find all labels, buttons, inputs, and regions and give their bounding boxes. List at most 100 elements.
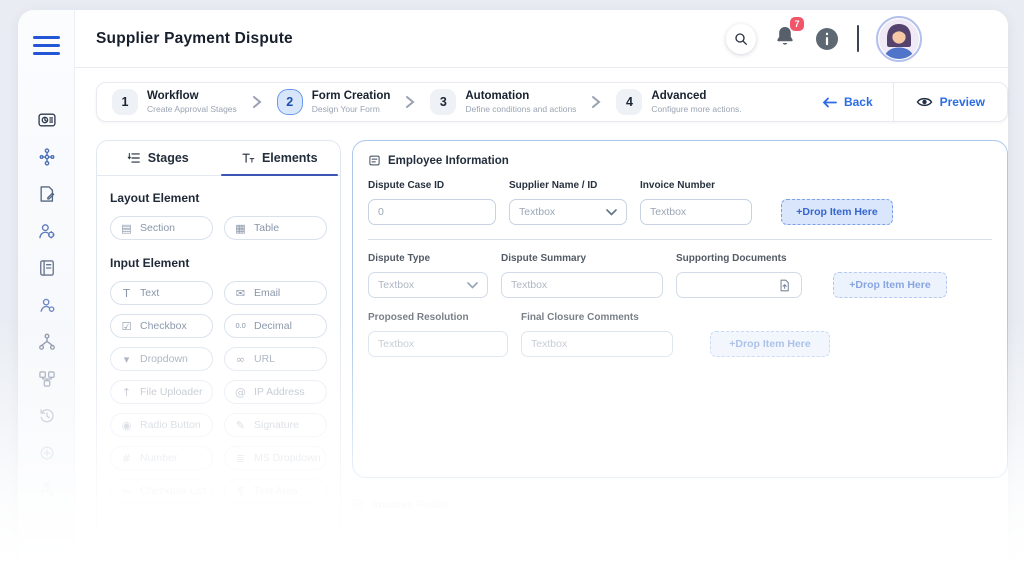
- search-button[interactable]: [726, 23, 756, 54]
- upload-icon: ↑: [121, 385, 132, 399]
- input-element-heading: Input Element: [110, 256, 190, 270]
- workflow-icon[interactable]: [37, 147, 57, 167]
- element-chip-table[interactable]: ▦ Table: [224, 216, 327, 240]
- field-label: Invoice Number: [640, 180, 716, 191]
- field-invoice-number: Invoice Number: [640, 180, 752, 225]
- supplier-name-select[interactable]: Textbox: [509, 199, 627, 225]
- form-edit-icon[interactable]: [37, 184, 57, 204]
- section-icon: ▤: [121, 221, 132, 235]
- top-header: Supplier Payment Dispute 7: [75, 10, 1008, 68]
- workflow-stepper: 1 Workflow Create Approval Stages 2 Form…: [96, 82, 1008, 122]
- step-3-number: 3: [430, 89, 457, 115]
- element-chip-email[interactable]: ✉ Email: [224, 281, 327, 305]
- chevron-down-icon: [467, 281, 478, 289]
- element-chip-url[interactable]: ∞ URL: [224, 347, 327, 371]
- user-avatar[interactable]: [876, 15, 922, 62]
- header-divider: [857, 25, 859, 52]
- hierarchy-icon[interactable]: [37, 332, 57, 352]
- invoice-number-input[interactable]: [640, 199, 752, 225]
- checkbox-icon: ☑: [121, 319, 132, 333]
- records-icon[interactable]: [37, 258, 57, 278]
- chevron-right-icon: [405, 95, 415, 109]
- element-chip-number[interactable]: # Number: [110, 446, 213, 470]
- final-closure-comments-input[interactable]: [521, 331, 673, 357]
- field-dispute-type: Dispute Type Textbox: [368, 253, 488, 298]
- field-label: Dispute Type: [368, 253, 431, 264]
- modules-icon[interactable]: [37, 369, 57, 389]
- tab-elements[interactable]: Elements: [219, 141, 341, 176]
- checkbox-list-icon: ≔: [121, 484, 132, 498]
- text-area-icon: ¶: [237, 484, 244, 498]
- step-advanced[interactable]: 4 Advanced Configure more actions.: [616, 89, 742, 115]
- history-icon[interactable]: [37, 406, 57, 426]
- dispute-type-select[interactable]: Textbox: [368, 272, 488, 298]
- proposed-resolution-input[interactable]: [368, 331, 508, 357]
- signature-icon: ✎: [235, 418, 246, 432]
- dropdown-icon: ▾: [123, 352, 130, 366]
- section-header: Employee Information: [368, 154, 992, 167]
- layout-element-grid: ▤ Section ▦ Table: [110, 216, 327, 240]
- sidebar-nav: [18, 110, 75, 500]
- menu-hamburger-icon[interactable]: [33, 36, 60, 59]
- element-chip-radio-button[interactable]: ◉ Radio Button: [110, 413, 213, 437]
- drop-zone-1[interactable]: +Drop Item Here: [781, 199, 893, 225]
- notifications-button[interactable]: 7: [773, 17, 804, 53]
- avatar-image: [879, 18, 919, 59]
- element-chip-file-uploader[interactable]: ↑ File Uploader: [110, 380, 213, 404]
- header-actions: 7: [726, 15, 922, 62]
- info-button[interactable]: [814, 26, 840, 52]
- chevron-right-icon: [252, 95, 262, 109]
- back-button[interactable]: Back: [802, 95, 893, 109]
- app-window: Supplier Payment Dispute 7 1 Workflow Cr…: [18, 10, 1008, 576]
- step-form-creation[interactable]: 2 Form Creation Design Your Form: [276, 89, 391, 115]
- faded-nav-icon-1[interactable]: [37, 443, 57, 463]
- element-chip-dropdown[interactable]: ▾ Dropdown: [110, 347, 213, 371]
- element-chip-ms-dropdown[interactable]: ≣ MS Dropdown: [224, 446, 327, 470]
- field-label: Supplier Name / ID: [509, 180, 598, 191]
- notification-badge: 7: [790, 17, 804, 31]
- inactive-fields-section: Inactive Fields: [352, 498, 448, 511]
- email-icon: ✉: [235, 286, 246, 300]
- drop-zone-2[interactable]: +Drop Item Here: [833, 272, 947, 298]
- step-1-label: Workflow: [147, 89, 199, 102]
- step-1-number: 1: [112, 89, 138, 115]
- team-settings-icon[interactable]: [37, 295, 57, 315]
- stages-icon: [127, 152, 140, 163]
- element-chip-decimal[interactable]: 0.0 Decimal: [224, 314, 327, 338]
- step-automation[interactable]: 3 Automation Define conditions and actio…: [430, 89, 576, 115]
- field-dispute-case-id: Dispute Case ID: [368, 180, 496, 225]
- chevron-right-icon: [591, 95, 601, 109]
- element-chip-text-area[interactable]: ¶ Text Area: [224, 479, 327, 503]
- field-label: Proposed Resolution: [368, 312, 469, 323]
- element-chip-section[interactable]: ▤ Section: [110, 216, 213, 240]
- table-icon: ▦: [235, 221, 246, 235]
- elements-panel: Stages Elements Layout Element ▤ Section …: [96, 140, 341, 538]
- field-label: Supporting Documents: [676, 253, 787, 264]
- form-row-1: Dispute Case ID Supplier Name / ID Textb…: [368, 180, 992, 225]
- preview-button[interactable]: Preview: [894, 95, 1007, 109]
- section-form-icon: [369, 155, 380, 166]
- element-chip-signature[interactable]: ✎ Signature: [224, 413, 327, 437]
- dispute-summary-input[interactable]: [501, 272, 663, 298]
- element-chip-checkbox-list[interactable]: ≔ Checkbox List: [110, 479, 213, 503]
- page-title: Supplier Payment Dispute: [96, 29, 293, 47]
- tab-stages[interactable]: Stages: [97, 141, 219, 175]
- element-chip-ip-address[interactable]: @ IP Address: [224, 380, 327, 404]
- element-chip-text[interactable]: T Text: [110, 281, 213, 305]
- field-supplier-name: Supplier Name / ID Textbox: [509, 180, 627, 225]
- drop-zone-3[interactable]: +Drop Item Here: [710, 331, 830, 357]
- supporting-documents-file-input[interactable]: [676, 272, 802, 298]
- dispute-case-id-input[interactable]: [368, 199, 496, 225]
- element-chip-checkbox[interactable]: ☑ Checkbox: [110, 314, 213, 338]
- section-title: Employee Information: [388, 154, 509, 167]
- stepper-actions: Back Preview: [802, 83, 1007, 121]
- field-final-closure-comments: Final Closure Comments: [521, 312, 673, 357]
- ip-icon: @: [235, 385, 246, 399]
- faded-nav-icon-2[interactable]: [37, 480, 57, 500]
- file-upload-icon: [780, 279, 789, 291]
- user-settings-icon[interactable]: [37, 221, 57, 241]
- step-workflow[interactable]: 1 Workflow Create Approval Stages: [112, 89, 237, 115]
- dashboard-icon[interactable]: [37, 110, 57, 130]
- form-canvas-section: Employee Information Dispute Case ID Sup…: [352, 140, 1008, 478]
- step-2-label: Form Creation: [311, 89, 391, 102]
